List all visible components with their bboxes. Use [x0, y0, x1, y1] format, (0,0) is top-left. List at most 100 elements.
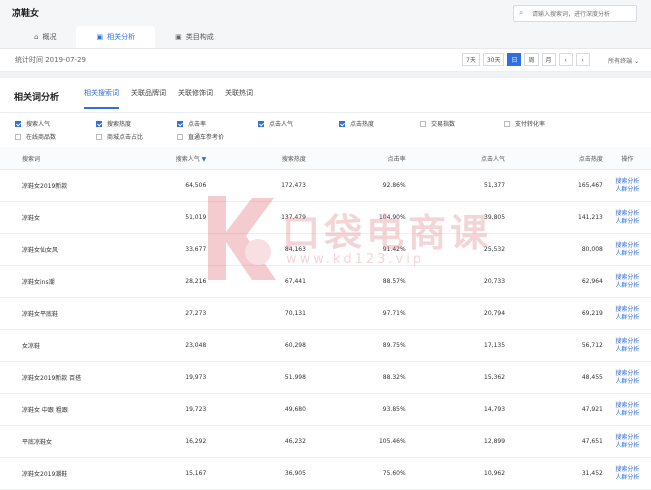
checkbox-click-heat[interactable]: 点击热度 — [339, 119, 374, 128]
cell-click-popularity: 51,377 — [406, 169, 507, 202]
cell-search-word: 平底凉鞋女 — [0, 425, 146, 458]
cell-search-word: 凉鞋女ins潮 — [0, 265, 146, 298]
crowd-analysis-link[interactable]: 人群分析 — [605, 378, 650, 386]
cell-click-popularity: 10,962 — [406, 457, 507, 490]
crowd-analysis-link[interactable]: 人群分析 — [605, 282, 650, 290]
cell-search-heat: 46,232 — [207, 425, 307, 458]
home-icon: ⌂ — [34, 33, 39, 41]
stat-time: 统计时间 2019-07-29 — [15, 56, 86, 64]
related-words-table: 搜索词 搜索人气 ▼ 搜索热度 点击率 点击人气 点击热度 操作 凉鞋女2019… — [0, 147, 651, 490]
col-header-search-popularity[interactable]: 搜索人气 ▼ — [145, 147, 208, 170]
tab-category[interactable]: ▣ 类目构成 — [155, 26, 234, 48]
checkbox-ztc-price[interactable]: 直通车参考价 — [177, 132, 224, 141]
cell-ops: 搜索分析 人群分析 — [603, 457, 651, 490]
col-header-ctr[interactable]: 点击率 — [306, 147, 407, 170]
cell-click-popularity: 20,733 — [406, 265, 507, 298]
checkbox-pay-conversion[interactable]: 支付转化率 — [504, 119, 545, 128]
cell-click-heat: 165,467 — [506, 169, 604, 202]
search-analysis-link[interactable]: 搜索分析 — [605, 402, 650, 410]
col-header-search-heat[interactable]: 搜索热度 — [207, 147, 307, 170]
cell-search-heat: 67,441 — [207, 265, 307, 298]
next-date-button[interactable]: › — [575, 53, 590, 66]
crowd-analysis-link[interactable]: 人群分析 — [605, 410, 650, 418]
subtab-related-search[interactable]: 相关搜索词 — [84, 88, 119, 109]
cell-ops: 搜索分析 人群分析 — [603, 329, 651, 362]
cell-search-heat: 51,998 — [207, 361, 307, 394]
subtab-modifier[interactable]: 关联修饰词 — [178, 88, 213, 109]
checkbox-click-popularity[interactable]: 点击人气 — [258, 119, 293, 128]
cell-click-heat: 47,651 — [506, 425, 604, 458]
cell-search-popularity: 23,048 — [145, 329, 208, 362]
search-analysis-link[interactable]: 搜索分析 — [605, 434, 650, 442]
crowd-analysis-link[interactable]: 人群分析 — [605, 346, 650, 354]
cell-ops: 搜索分析 人群分析 — [603, 297, 651, 330]
checkbox-online-items[interactable]: 在线商品数 — [15, 132, 56, 141]
search-input[interactable] — [530, 7, 636, 21]
cell-ctr: 93.85% — [306, 393, 407, 426]
crowd-analysis-link[interactable]: 人群分析 — [605, 218, 650, 226]
top-bar: 凉鞋女 ⌕ ⌂ 概况 ▣ 相关分析 ▣ 类目构成 — [0, 0, 651, 49]
crowd-analysis-link[interactable]: 人群分析 — [605, 250, 650, 258]
crowd-analysis-link[interactable]: 人群分析 — [605, 442, 650, 450]
tab-related-analysis[interactable]: ▣ 相关分析 — [76, 26, 156, 48]
cell-click-popularity: 39,805 — [406, 201, 507, 234]
range-day-button[interactable]: 日 — [507, 53, 522, 66]
search-analysis-link[interactable]: 搜索分析 — [605, 466, 650, 474]
search-analysis-link[interactable]: 搜索分析 — [605, 178, 650, 186]
subtab-brand[interactable]: 关联品牌词 — [131, 88, 166, 109]
checkbox-mall-click-share[interactable]: 商城点击占比 — [96, 132, 143, 141]
range-month-button[interactable]: 月 — [541, 53, 556, 66]
stat-row: 统计时间 2019-07-29 7天 30天 日 周 月 ‹ › 所有终端 ⌄ — [0, 49, 651, 72]
cell-ctr: 97.71% — [306, 297, 407, 330]
checkbox-icon — [96, 120, 102, 127]
subtab-hot[interactable]: 关联热词 — [225, 88, 253, 109]
cell-search-word: 女凉鞋 — [0, 329, 146, 362]
bag-icon: ▣ — [175, 33, 182, 41]
cell-search-heat: 70,131 — [207, 297, 307, 330]
table-header-row: 搜索词 搜索人气 ▼ 搜索热度 点击率 点击人气 点击热度 操作 — [0, 147, 651, 170]
table-row: 凉鞋女2019新款 百搭 19,973 51,998 88.32% 15,362 48,4… — [0, 361, 651, 394]
terminal-select[interactable]: 所有终端 ⌄ — [608, 56, 639, 65]
cell-ctr: 75.60% — [306, 457, 407, 490]
search-analysis-link[interactable]: 搜索分析 — [605, 274, 650, 282]
checkbox-icon — [258, 120, 264, 127]
search-analysis-link[interactable]: 搜索分析 — [605, 370, 650, 378]
search-analysis-link[interactable]: 搜索分析 — [605, 210, 650, 218]
checkbox-icon — [15, 120, 21, 127]
checkbox-icon — [15, 133, 21, 140]
checkbox-trade-index[interactable]: 交易指数 — [420, 119, 455, 128]
tab-overview[interactable]: ⌂ 概况 — [14, 26, 76, 48]
col-header-click-heat[interactable]: 点击热度 — [506, 147, 604, 170]
search-analysis-link[interactable]: 搜索分析 — [605, 242, 650, 250]
cell-ctr: 91.42% — [306, 233, 407, 266]
crowd-analysis-link[interactable]: 人群分析 — [605, 314, 650, 322]
table-row: 凉鞋女 51,019 137,479 104.90% 39,805 141,213 搜索分析… — [0, 201, 651, 234]
col-header-click-popularity[interactable]: 点击人气 — [406, 147, 507, 170]
range-week-button[interactable]: 周 — [524, 53, 539, 66]
search-box[interactable]: ⌕ — [513, 5, 637, 22]
cell-search-popularity: 27,273 — [145, 297, 208, 330]
cell-click-heat: 80,008 — [506, 233, 604, 266]
range-30d-button[interactable]: 30天 — [482, 53, 505, 66]
search-analysis-link[interactable]: 搜索分析 — [605, 338, 650, 346]
cell-ops: 搜索分析 人群分析 — [603, 233, 651, 266]
crowd-analysis-link[interactable]: 人群分析 — [605, 474, 650, 482]
sub-tabs: 相关搜索词 关联品牌词 关联修饰词 关联热词 — [84, 88, 265, 109]
crowd-analysis-link[interactable]: 人群分析 — [605, 186, 650, 194]
cell-ops: 搜索分析 人群分析 — [603, 361, 651, 394]
cell-search-word: 凉鞋女2019新款 百搭 — [0, 361, 146, 394]
search-icon: ⌕ — [519, 8, 524, 17]
table-row: 凉鞋女2019潮鞋 15,167 36,905 75.60% 10,962 31,452 搜… — [0, 457, 651, 490]
table-row: 凉鞋女ins潮 28,216 67,441 88.57% 20,733 62,964 搜索分… — [0, 265, 651, 298]
prev-date-button[interactable]: ‹ — [558, 53, 573, 66]
related-words-panel: 相关词分析 相关搜索词 关联品牌词 关联修饰词 关联热词 搜索人气 搜索热度 点… — [0, 78, 651, 141]
search-analysis-link[interactable]: 搜索分析 — [605, 306, 650, 314]
checkbox-search-popularity[interactable]: 搜索人气 — [15, 119, 50, 128]
cell-click-heat: 69,219 — [506, 297, 604, 330]
cell-ops: 搜索分析 人群分析 — [603, 169, 651, 202]
cell-search-popularity: 28,216 — [145, 265, 208, 298]
checkbox-search-heat[interactable]: 搜索热度 — [96, 119, 131, 128]
range-7d-button[interactable]: 7天 — [462, 53, 480, 66]
checkbox-ctr[interactable]: 点击率 — [177, 119, 206, 128]
cell-ctr: 92.86% — [306, 169, 407, 202]
